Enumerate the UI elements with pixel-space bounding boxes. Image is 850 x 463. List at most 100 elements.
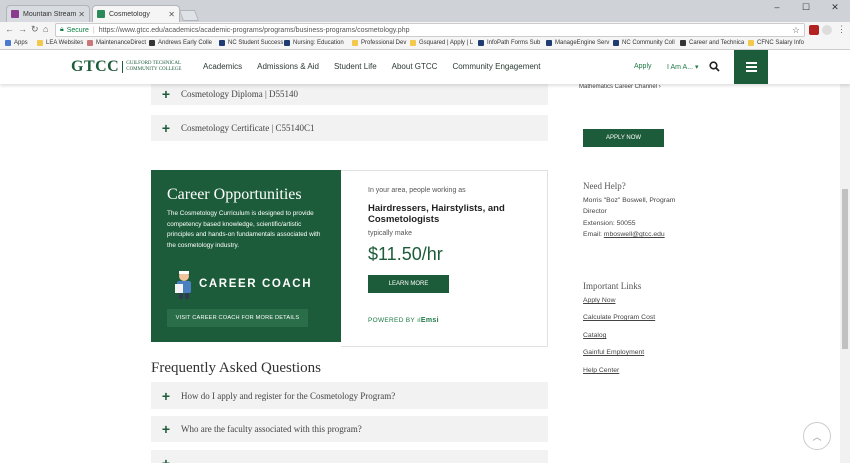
bookmark-favicon-icon <box>478 40 484 46</box>
header-apply-link[interactable]: Apply <box>634 63 652 70</box>
bookmark-item[interactable]: Nursing: Education <box>284 40 344 46</box>
program-label: Cosmetology Certificate | C55140C1 <box>181 123 315 133</box>
folder-icon <box>410 40 416 46</box>
search-icon[interactable] <box>709 61 720 72</box>
contact-email-row: Email: mboswell@gtcc.edu <box>583 231 665 238</box>
sidebar-link-calculate-cost[interactable]: Calculate Program Cost <box>583 314 655 321</box>
contact-email-link[interactable]: mboswell@gtcc.edu <box>604 231 665 238</box>
contact-name: Morris "Boz" Boswell, Program <box>583 197 676 204</box>
bookmark-favicon-icon <box>87 40 93 46</box>
bookmark-item[interactable]: Apps <box>5 40 28 46</box>
bookmark-favicon-icon <box>219 40 225 46</box>
i-am-a-dropdown[interactable]: I Am A... ▾ <box>667 63 699 71</box>
sidebar-link-gainful-employment[interactable]: Gainful Employment <box>583 349 644 356</box>
extension-icon[interactable] <box>822 25 832 35</box>
sidebar-link-catalog[interactable]: Catalog <box>583 332 606 339</box>
browser-tabstrip: Mountain Stream Rai ✕ Cosmetology ✕ – ☐ … <box>0 0 850 22</box>
nav-about-gtcc[interactable]: About GTCC <box>392 62 438 71</box>
hamburger-icon <box>745 62 757 64</box>
browser-tab-active[interactable]: Cosmetology ✕ <box>92 5 180 22</box>
plus-icon: + <box>161 387 171 404</box>
bookmark-item[interactable]: Gsquared | Apply | L <box>410 40 473 46</box>
tab-close-icon[interactable]: ✕ <box>78 10 85 19</box>
nav-academics[interactable]: Academics <box>203 62 242 71</box>
caret-down-icon: ▾ <box>695 64 699 71</box>
bookmark-item[interactable]: LEA Websites <box>37 40 83 46</box>
scrollbar-thumb[interactable] <box>842 189 848 349</box>
program-accordion-item[interactable]: + Cosmetology Certificate | C55140C1 <box>151 115 548 141</box>
forward-arrow-icon[interactable]: → <box>18 24 27 34</box>
learn-more-button[interactable]: LEARN MORE <box>368 275 449 293</box>
nav-student-life[interactable]: Student Life <box>334 62 377 71</box>
gtcc-logo[interactable]: GTCC GUILFORD TECHNICAL COMMUNITY COLLEG… <box>71 58 184 76</box>
career-coach-figure-icon <box>175 271 191 299</box>
contact-extension: Extension: 50055 <box>583 220 636 227</box>
minimize-icon[interactable]: – <box>766 2 788 12</box>
faq-accordion-item[interactable]: + How do I apply and register for the Co… <box>151 382 548 409</box>
plus-icon: + <box>161 85 171 102</box>
extension-icon[interactable] <box>809 25 819 35</box>
sidebar-link-apply-now[interactable]: Apply Now <box>583 297 616 304</box>
bookmark-item[interactable]: CFNC Salary Info <box>748 40 804 46</box>
home-icon[interactable]: ⌂ <box>43 24 48 34</box>
scroll-to-top-button[interactable]: ︿ <box>803 422 831 450</box>
faq-accordion-item[interactable]: + Who are the faculty associated with th… <box>151 416 548 442</box>
bookmark-favicon-icon <box>546 40 552 46</box>
page-scrollbar[interactable] <box>840 84 850 463</box>
bookmark-item[interactable]: ManageEngine Serv <box>546 40 609 46</box>
plus-icon: + <box>161 120 171 136</box>
browser-tab[interactable]: Mountain Stream Rai ✕ <box>6 5 90 22</box>
maximize-icon[interactable]: ☐ <box>795 2 817 13</box>
faq-heading: Frequently Asked Questions <box>151 360 321 376</box>
bookmark-item[interactable]: Career and Technica <box>680 40 744 46</box>
site-header: GTCC GUILFORD TECHNICAL COMMUNITY COLLEG… <box>0 50 850 84</box>
apply-now-button[interactable]: APPLY NOW <box>583 129 664 147</box>
bookmark-item[interactable]: InfoPath Forms Sub <box>478 40 540 46</box>
visit-career-coach-button[interactable]: VISIT CAREER COACH FOR MORE DETAILS <box>167 309 308 327</box>
program-accordion-item[interactable]: + Cosmetology Diploma | D55140 <box>151 84 548 105</box>
faq-accordion-item[interactable]: + <box>151 450 548 463</box>
nav-admissions-aid[interactable]: Admissions & Aid <box>257 62 319 71</box>
bookmark-item[interactable]: NC Community Coll <box>613 40 675 46</box>
folder-icon <box>748 40 754 46</box>
folder-icon <box>37 40 43 46</box>
sidebar-link-help-center[interactable]: Help Center <box>583 367 619 374</box>
career-heading: Career Opportunities <box>167 186 302 203</box>
contact-title: Director <box>583 208 607 215</box>
career-opportunities-panel: Career Opportunities The Cosmetology Cur… <box>151 170 341 342</box>
bookmark-favicon-icon <box>680 40 686 46</box>
wage-info-panel: In your area, people working as Hairdres… <box>341 170 548 347</box>
bookmark-item[interactable]: Professional Dev <box>352 40 406 46</box>
program-label: Cosmetology Diploma | D55140 <box>181 88 299 99</box>
wage-intro: In your area, people working as <box>368 187 466 194</box>
nav-community-engagement[interactable]: Community Engagement <box>452 62 540 71</box>
window-close-icon[interactable]: ✕ <box>824 2 846 13</box>
apps-grid-icon <box>5 40 11 46</box>
tab-favicon-icon <box>97 10 105 18</box>
bookmark-favicon-icon <box>149 40 155 46</box>
bookmark-item[interactable]: MaintenanceDirect <box>87 40 146 46</box>
mathematics-career-channel-link[interactable]: Mathematics Career Channel › <box>579 84 661 90</box>
tab-title: Mountain Stream Rai <box>23 10 77 18</box>
faq-question: How do I apply and register for the Cosm… <box>181 390 396 401</box>
faq-question: Who are the faculty associated with this… <box>181 424 362 434</box>
bookmark-star-icon[interactable]: ☆ <box>792 25 800 36</box>
powered-by-emsi[interactable]: POWERED BY ılEmsi <box>368 317 439 324</box>
lock-icon: 🔒︎ <box>60 26 64 33</box>
back-arrow-icon[interactable]: ← <box>5 24 14 34</box>
bookmark-item[interactable]: Andrews Early Colle <box>149 40 212 46</box>
wage-value: $11.50/hr <box>368 244 443 264</box>
folder-icon <box>352 40 358 46</box>
career-coach-label: CAREER COACH <box>199 278 313 290</box>
reload-icon[interactable]: ↻ <box>31 24 39 35</box>
hamburger-menu-button[interactable] <box>734 50 768 84</box>
address-bar[interactable]: 🔒︎ Secure | https://www.gtcc.edu/academi… <box>55 23 805 37</box>
plus-icon: + <box>161 421 171 437</box>
bookmark-favicon-icon <box>613 40 619 46</box>
tab-close-icon[interactable]: ✕ <box>168 10 175 19</box>
emsi-logo-icon: ılEmsi <box>417 317 439 324</box>
new-tab-button[interactable] <box>178 10 200 21</box>
bookmark-item[interactable]: NC Student Success <box>219 40 283 46</box>
menu-dots-icon[interactable]: ⋮ <box>837 24 846 35</box>
tab-favicon-icon <box>11 10 19 18</box>
